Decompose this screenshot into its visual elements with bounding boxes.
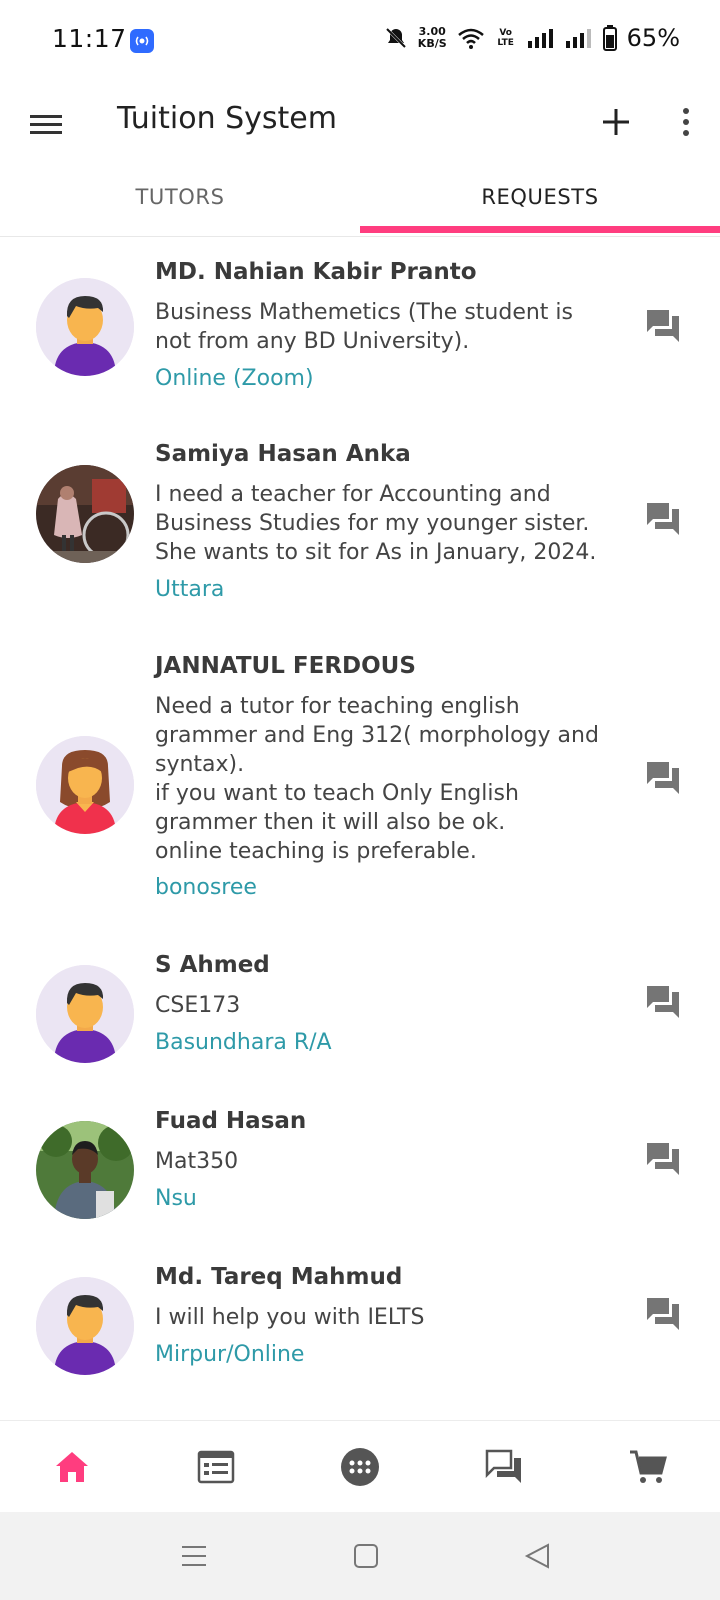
avatar xyxy=(36,965,134,1063)
avatar xyxy=(36,1277,134,1375)
recent-apps-icon[interactable] xyxy=(178,1540,210,1572)
tab-requests[interactable]: REQUESTS xyxy=(360,164,720,230)
request-description: Need a tutor for teaching english gramme… xyxy=(155,694,599,864)
requester-name: MD. Nahian Kabir Pranto xyxy=(155,259,477,285)
requester-name: Samiya Hasan Anka xyxy=(155,441,411,467)
chat-icon[interactable] xyxy=(645,760,681,796)
request-description: Business Mathemetics (The student is not… xyxy=(155,300,573,354)
chat-icon[interactable] xyxy=(645,984,681,1020)
home-icon[interactable] xyxy=(52,1447,92,1487)
wifi-icon xyxy=(457,28,484,49)
chat-icon[interactable] xyxy=(645,1141,681,1177)
request-location: Mirpur/Online xyxy=(155,1342,305,1367)
app-bar: Tuition System xyxy=(0,84,720,164)
signal-icon xyxy=(527,29,553,48)
requester-name: Fuad Hasan xyxy=(155,1108,307,1134)
home-button-icon[interactable] xyxy=(350,1540,382,1572)
chat-icon[interactable] xyxy=(645,501,681,537)
app-title: Tuition System xyxy=(117,101,337,136)
tab-bar: TUTORS REQUESTS xyxy=(0,164,720,237)
request-description: I need a teacher for Accounting and Busi… xyxy=(155,482,597,565)
menu-icon[interactable] xyxy=(28,106,64,142)
bottom-nav xyxy=(0,1420,720,1513)
chat-icon[interactable] xyxy=(645,1296,681,1332)
volte-indicator: Vo LTE xyxy=(497,28,514,48)
request-location: Uttara xyxy=(155,577,225,602)
list-icon[interactable] xyxy=(196,1447,236,1487)
requester-name: S Ahmed xyxy=(155,952,270,978)
network-speed: 3.00 KB/S xyxy=(417,25,447,50)
more-options-icon[interactable] xyxy=(668,104,704,140)
back-icon[interactable] xyxy=(522,1540,554,1572)
avatar xyxy=(36,736,134,834)
status-bar: 11:17 3.00 KB/S Vo LTE 65% xyxy=(0,0,720,84)
battery-percent: 65% xyxy=(626,24,680,52)
avatar xyxy=(36,465,134,563)
chat-icon[interactable] xyxy=(484,1447,524,1487)
status-time: 11:17 xyxy=(52,24,127,53)
avatar xyxy=(36,1121,134,1219)
status-icons: 3.00 KB/S Vo LTE 65% xyxy=(384,24,680,52)
request-description: I will help you with IELTS xyxy=(155,1305,425,1330)
avatar xyxy=(36,278,134,376)
more-dots-icon[interactable] xyxy=(340,1447,380,1487)
signal-icon-2 xyxy=(565,29,591,48)
battery-icon xyxy=(602,25,617,51)
system-nav-bar xyxy=(0,1512,720,1600)
request-location: Online (Zoom) xyxy=(155,366,314,391)
request-description: Mat350 xyxy=(155,1149,239,1174)
request-description: CSE173 xyxy=(155,993,241,1018)
tab-selected-indicator xyxy=(360,226,720,233)
notification-app-icon xyxy=(130,29,154,53)
request-location: bonosree xyxy=(155,875,257,900)
request-location: Nsu xyxy=(155,1186,197,1211)
add-icon[interactable] xyxy=(598,104,634,140)
request-location: Basundhara R/A xyxy=(155,1030,332,1055)
cart-icon[interactable] xyxy=(628,1447,668,1487)
requester-name: JANNATUL FERDOUS xyxy=(155,653,416,679)
chat-icon[interactable] xyxy=(645,308,681,344)
requester-name: Md. Tareq Mahmud xyxy=(155,1264,403,1290)
tab-tutors[interactable]: TUTORS xyxy=(0,164,360,230)
bell-off-icon xyxy=(385,27,406,49)
